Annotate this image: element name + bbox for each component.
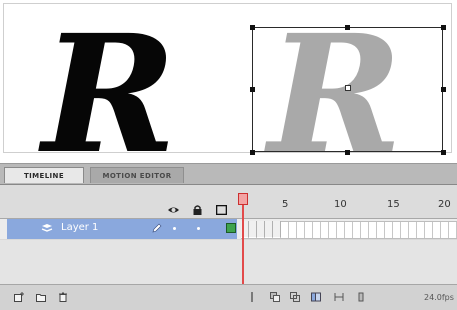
new-folder-icon[interactable] [36, 292, 46, 302]
handle-bottom-right[interactable] [441, 150, 446, 155]
fps-readout: 24.0fps [424, 293, 454, 302]
timeline-panel: TIMELINE MOTION EDITOR 5 10 15 20 Layer … [0, 163, 457, 310]
delete-layer-icon[interactable] [58, 292, 68, 302]
frame-number-15: 15 [387, 199, 400, 210]
outline-icon[interactable] [216, 205, 227, 215]
handle-top-middle[interactable] [345, 25, 350, 30]
handle-middle-left[interactable] [250, 87, 255, 92]
onion-skin-icon[interactable] [270, 292, 280, 302]
onion-skin-outlines-icon[interactable] [290, 292, 300, 302]
center-frame-icon[interactable] [247, 292, 257, 302]
handle-top-left[interactable] [250, 25, 255, 30]
handle-bottom-middle[interactable] [345, 150, 350, 155]
timeline-bottom-bar: 24.0fps [0, 284, 457, 310]
handle-bottom-left[interactable] [250, 150, 255, 155]
eye-icon[interactable] [168, 205, 179, 215]
lock-dot[interactable] [197, 227, 200, 230]
frame-number-20: 20 [438, 199, 451, 210]
timeline-header: 5 10 15 20 [0, 185, 457, 219]
stage[interactable]: R R [0, 0, 457, 176]
visibility-dot[interactable] [173, 227, 176, 230]
lock-icon[interactable] [192, 205, 203, 215]
frame-number-10: 10 [334, 199, 347, 210]
layer-name[interactable]: Layer 1 [61, 222, 98, 233]
layer-list-empty-area [0, 240, 457, 284]
handle-top-right[interactable] [441, 25, 446, 30]
glyph-r-black[interactable]: R [42, 14, 177, 176]
edit-multiple-frames-icon[interactable] [311, 292, 321, 302]
transform-center-point[interactable] [345, 85, 351, 91]
playhead-handle[interactable] [238, 193, 248, 205]
new-layer-icon[interactable] [14, 292, 24, 302]
layer-selection-highlight[interactable]: Layer 1 [7, 219, 237, 239]
layer-color-swatch[interactable] [226, 223, 236, 233]
pencil-icon [152, 223, 162, 233]
panel-tab-bar: TIMELINE MOTION EDITOR [0, 164, 457, 185]
modify-onion-markers-icon[interactable] [334, 292, 344, 302]
layer-icon [41, 224, 53, 232]
tab-timeline[interactable]: TIMELINE [4, 167, 84, 183]
frame-number-5: 5 [282, 199, 289, 210]
handle-middle-right[interactable] [441, 87, 446, 92]
tab-motion-editor[interactable]: MOTION EDITOR [90, 167, 184, 183]
current-frame-indicator-icon[interactable] [356, 292, 366, 302]
keyframe-span[interactable] [241, 221, 281, 237]
